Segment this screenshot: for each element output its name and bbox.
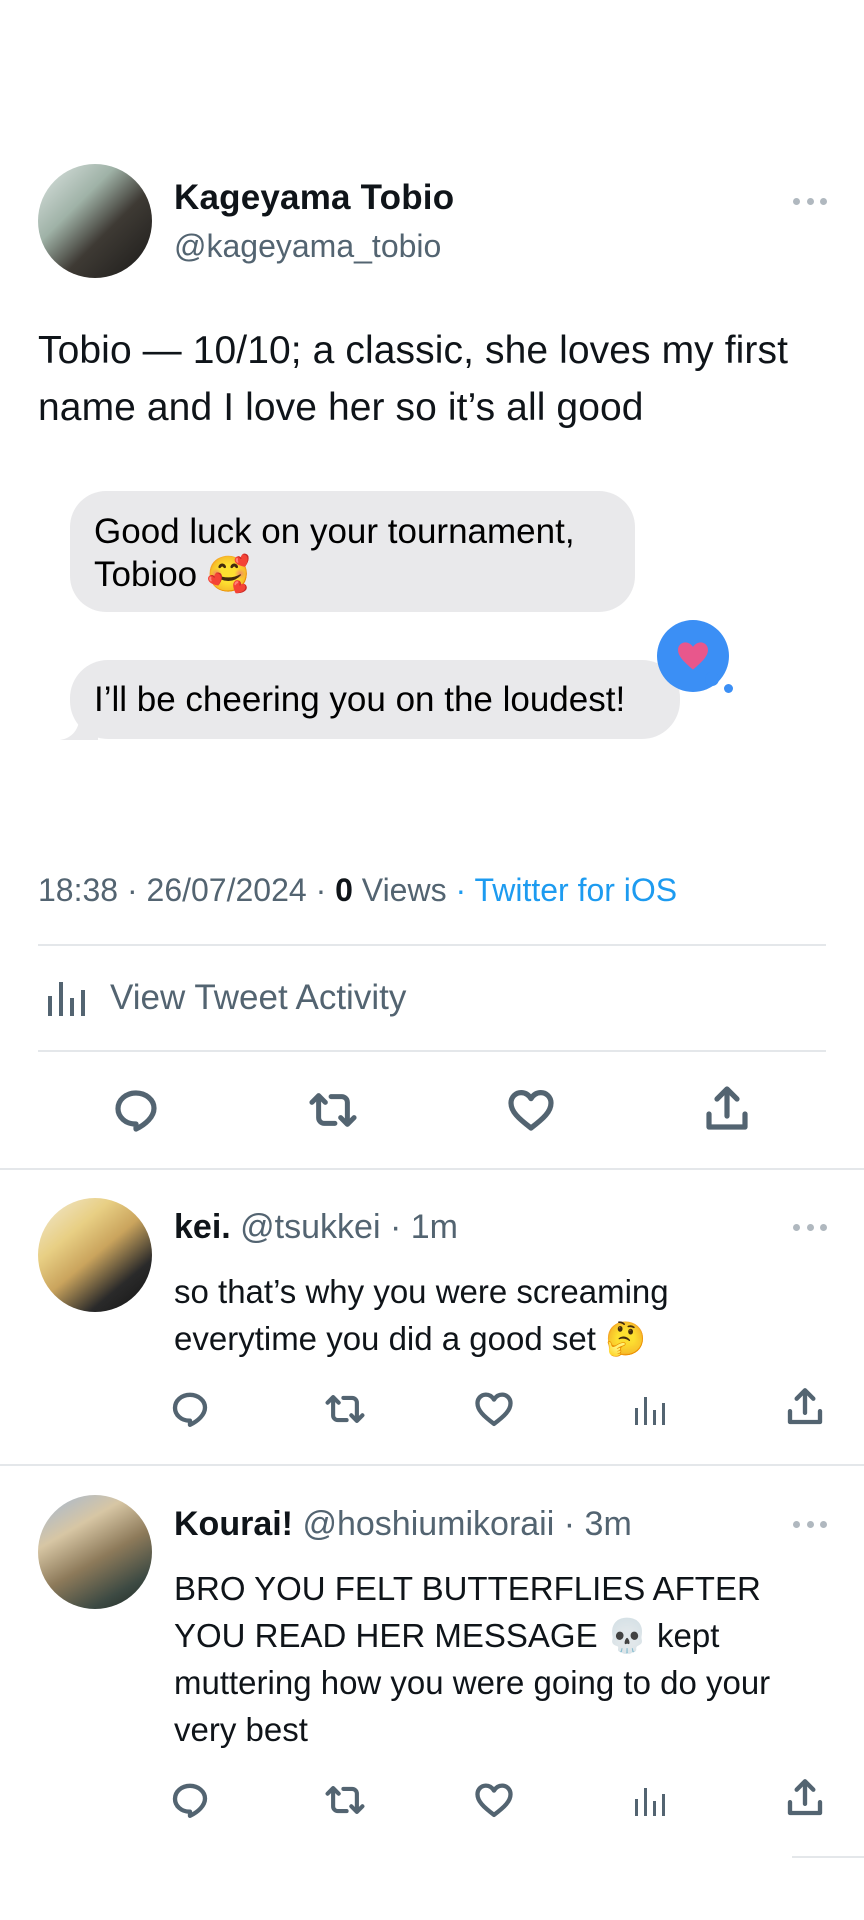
reply-time: 1m: [410, 1208, 458, 1246]
more-options-icon[interactable]: [793, 196, 827, 206]
tweet-time: 18:38: [38, 872, 119, 908]
heart-icon: [678, 642, 708, 670]
reply-avatar[interactable]: [38, 1198, 152, 1312]
author-avatar[interactable]: [38, 164, 152, 278]
divider: [38, 1050, 826, 1052]
reply-text: so that’s why you were screaming everyti…: [174, 1273, 669, 1357]
reply-author-handle[interactable]: @hoshiumikoraii: [302, 1505, 554, 1543]
divider: [38, 944, 826, 946]
message-bubble: I’ll be cheering you on the loudest!: [70, 660, 680, 739]
like-icon[interactable]: [474, 1390, 514, 1428]
analytics-icon[interactable]: [634, 1785, 666, 1817]
analytics-icon[interactable]: [634, 1394, 666, 1426]
share-icon[interactable]: [785, 1777, 825, 1819]
more-options-icon[interactable]: [793, 1222, 827, 1232]
analytics-icon: [48, 982, 85, 1016]
reply-icon[interactable]: [112, 1086, 160, 1134]
share-icon[interactable]: [785, 1386, 825, 1428]
message-bubble: Good luck on your tournament, Tobioo 🥰: [70, 491, 635, 612]
reply-icon[interactable]: [170, 1780, 210, 1820]
tweet-metadata: 18:38 · 26/07/2024 · 0 Views · Twitter f…: [38, 872, 678, 908]
reaction-tail-dot: [705, 672, 719, 686]
reply-author-handle[interactable]: @tsukkei: [240, 1208, 380, 1246]
reply-icon[interactable]: [170, 1389, 210, 1429]
reply-text: BRO YOU FELT BUTTERFLIES AFTER YOU READ …: [174, 1570, 771, 1748]
retweet-icon[interactable]: [324, 1781, 366, 1819]
retweet-icon[interactable]: [308, 1087, 358, 1133]
views-label: Views: [361, 872, 447, 908]
view-activity-label: View Tweet Activity: [110, 978, 407, 1017]
tweet-text: Tobio — 10/10; a classic, she loves my f…: [38, 329, 789, 429]
views-count: 0: [335, 872, 353, 908]
reply-avatar[interactable]: [38, 1495, 152, 1609]
reply-header: kei. @tsukkei · 1m: [174, 1208, 458, 1246]
reply-author-name[interactable]: kei.: [174, 1208, 231, 1246]
retweet-icon[interactable]: [324, 1390, 366, 1428]
tweet-source-link[interactable]: Twitter for iOS: [474, 872, 677, 908]
tweet-date: 26/07/2024: [146, 872, 307, 908]
reply-author-name[interactable]: Kourai!: [174, 1505, 293, 1543]
like-icon[interactable]: [507, 1087, 555, 1133]
reply-header: Kourai! @hoshiumikoraii · 3m: [174, 1505, 632, 1543]
share-icon[interactable]: [703, 1084, 751, 1134]
divider: [0, 1168, 864, 1170]
view-activity-button[interactable]: View Tweet Activity: [46, 978, 406, 1018]
like-icon[interactable]: [474, 1781, 514, 1819]
divider: [792, 1856, 864, 1858]
reaction-tail-dot: [724, 684, 733, 693]
author-handle[interactable]: @kageyama_tobio: [174, 228, 441, 265]
author-name[interactable]: Kageyama Tobio: [174, 178, 454, 218]
reply-time: 3m: [584, 1505, 632, 1543]
divider: [0, 1464, 864, 1466]
more-options-icon[interactable]: [793, 1519, 827, 1529]
